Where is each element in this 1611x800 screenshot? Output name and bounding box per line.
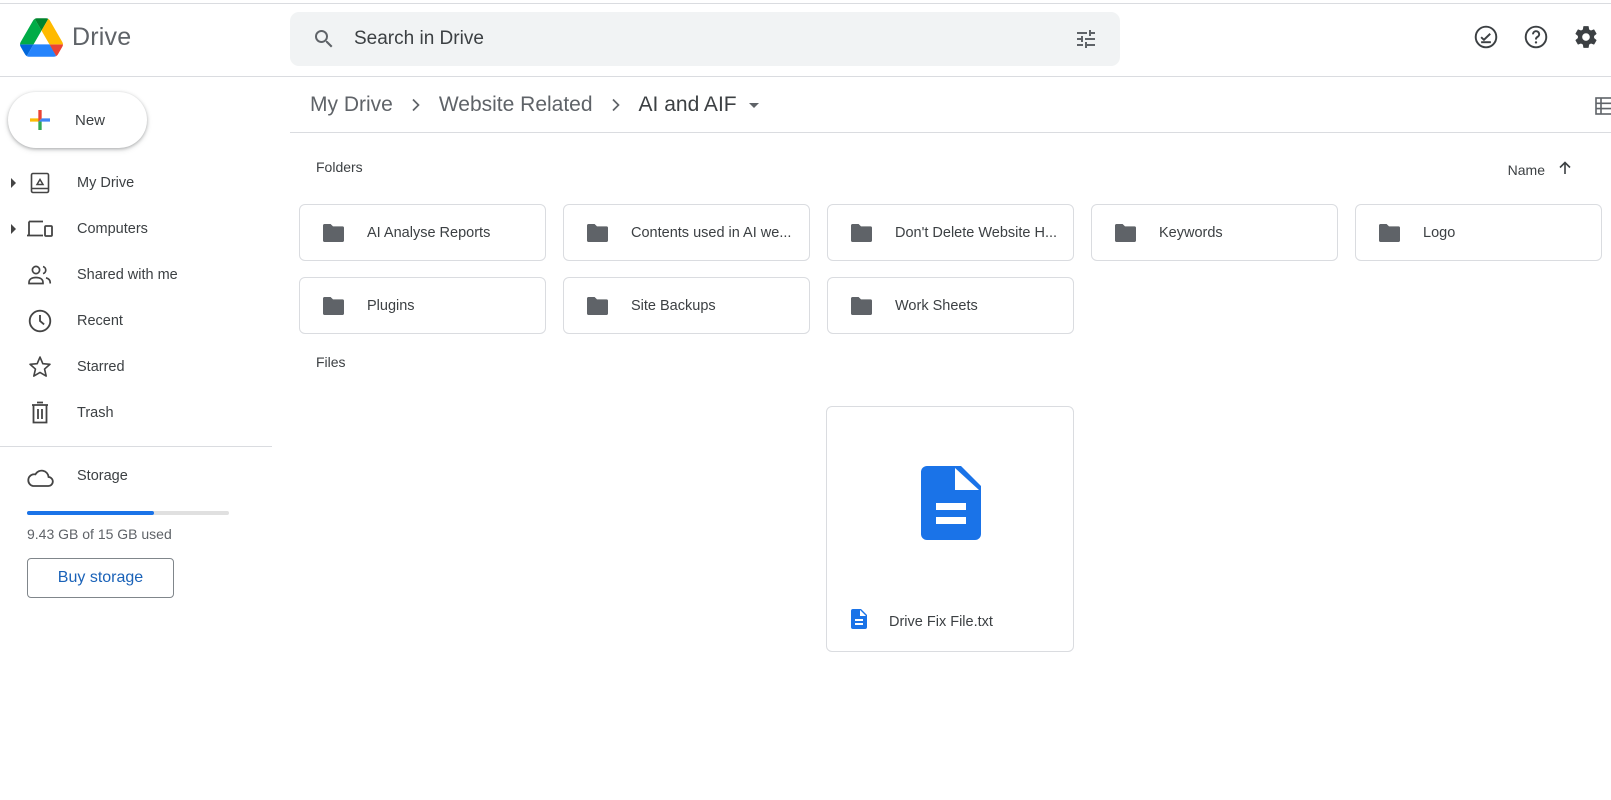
breadcrumb-item[interactable]: My Drive [310, 93, 393, 117]
file-meta: Drive Fix File.txt [851, 609, 993, 634]
sidebar-item-computers[interactable]: Computers [0, 206, 272, 252]
chevron-right-icon [411, 98, 421, 112]
breadcrumb: My Drive Website Related AI and AIF [290, 78, 1611, 133]
storage-section: Storage [0, 456, 272, 500]
computers-icon [26, 217, 54, 241]
buy-storage-button[interactable]: Buy storage [27, 558, 174, 598]
sort-label[interactable]: Name [1508, 162, 1545, 178]
folder-card[interactable]: Site Backups [563, 277, 810, 334]
folder-grid: AI Analyse Reports Contents used in AI w… [299, 204, 1602, 334]
caret-down-icon[interactable] [748, 102, 759, 108]
sidebar-item-shared-with-me[interactable]: Shared with me [0, 252, 272, 298]
tune-icon[interactable] [1074, 27, 1098, 56]
folder-card[interactable]: Logo [1355, 204, 1602, 261]
breadcrumb-current[interactable]: AI and AIF [639, 93, 737, 117]
list-view-icon[interactable] [1595, 96, 1611, 121]
folder-name: Plugins [367, 297, 415, 314]
plus-icon [30, 110, 50, 130]
search-input[interactable] [354, 24, 1034, 54]
file-card[interactable]: Drive Fix File.txt [826, 406, 1074, 652]
folder-icon [587, 296, 608, 315]
file-name: Drive Fix File.txt [889, 613, 993, 630]
search-bar [290, 12, 1120, 66]
main-content: My Drive Website Related AI and AIF Fold… [290, 78, 1611, 800]
sort-control[interactable]: Name [1508, 160, 1573, 179]
sidebar-nav: My Drive Computers Shared with me Recent [0, 160, 272, 436]
files-heading: Files [316, 354, 346, 370]
folders-heading: Folders [316, 159, 363, 175]
folder-icon [851, 296, 872, 315]
sidebar-item-label: Shared with me [77, 267, 178, 283]
sidebar: New My Drive Computers Shared with me Re… [0, 78, 272, 800]
folder-name: Contents used in AI we... [631, 224, 792, 241]
drive-logo[interactable]: Drive [20, 18, 131, 57]
folder-card[interactable]: Plugins [299, 277, 546, 334]
expand-arrow-icon[interactable] [11, 224, 16, 234]
folder-name: Keywords [1159, 224, 1223, 241]
folder-name: AI Analyse Reports [367, 224, 491, 241]
header-actions [1461, 24, 1611, 50]
sidebar-item-starred[interactable]: Starred [0, 344, 272, 390]
folder-card[interactable]: Work Sheets [827, 277, 1074, 334]
storage-usage-text: 9.43 GB of 15 GB used [27, 526, 172, 542]
sidebar-item-recent[interactable]: Recent [0, 298, 272, 344]
sidebar-item-my-drive[interactable]: My Drive [0, 160, 272, 206]
folder-card[interactable]: Don't Delete Website H... [827, 204, 1074, 261]
folder-icon [587, 223, 608, 242]
people-icon [26, 263, 54, 287]
storage-usage-fill [27, 511, 154, 515]
sidebar-item-label: Trash [77, 405, 114, 421]
folder-name: Work Sheets [895, 297, 978, 314]
folder-icon [323, 223, 344, 242]
help-icon[interactable] [1511, 24, 1561, 50]
folder-icon [1115, 223, 1136, 242]
search-icon[interactable] [312, 27, 336, 56]
chevron-right-icon [611, 98, 621, 112]
sidebar-item-trash[interactable]: Trash [0, 390, 272, 436]
offline-check-icon[interactable] [1461, 24, 1511, 50]
my-drive-icon [26, 171, 54, 195]
gear-icon[interactable] [1561, 24, 1611, 50]
google-drive-logo-icon [20, 18, 63, 57]
sidebar-item-label: Starred [77, 359, 125, 375]
top-bar: Drive [0, 4, 1611, 77]
sidebar-item-label: My Drive [77, 175, 135, 191]
clock-icon [26, 309, 54, 333]
sidebar-item-storage[interactable]: Storage [0, 456, 272, 500]
cloud-icon [26, 468, 54, 493]
document-thumbnail-icon [921, 466, 981, 545]
folder-icon [323, 296, 344, 315]
folder-name: Logo [1423, 224, 1456, 241]
folder-name: Site Backups [631, 297, 716, 314]
expand-arrow-icon[interactable] [11, 178, 16, 188]
breadcrumb-item[interactable]: Website Related [439, 93, 593, 117]
app-title: Drive [72, 23, 132, 51]
folder-card[interactable]: Contents used in AI we... [563, 204, 810, 261]
star-icon [26, 355, 54, 379]
folder-icon [851, 223, 872, 242]
trash-icon [26, 401, 54, 425]
storage-label: Storage [77, 468, 128, 484]
storage-usage-bar [27, 511, 229, 515]
sidebar-item-label: Recent [77, 313, 123, 329]
sidebar-divider [0, 446, 272, 447]
folder-card[interactable]: AI Analyse Reports [299, 204, 546, 261]
arrow-up-icon[interactable] [1557, 160, 1573, 179]
text-file-icon [851, 609, 867, 634]
folder-name: Don't Delete Website H... [895, 224, 1058, 241]
sidebar-item-label: Computers [77, 221, 148, 237]
folder-icon [1379, 223, 1400, 242]
folder-card[interactable]: Keywords [1091, 204, 1338, 261]
new-button[interactable]: New [8, 92, 147, 148]
new-button-label: New [75, 111, 106, 129]
